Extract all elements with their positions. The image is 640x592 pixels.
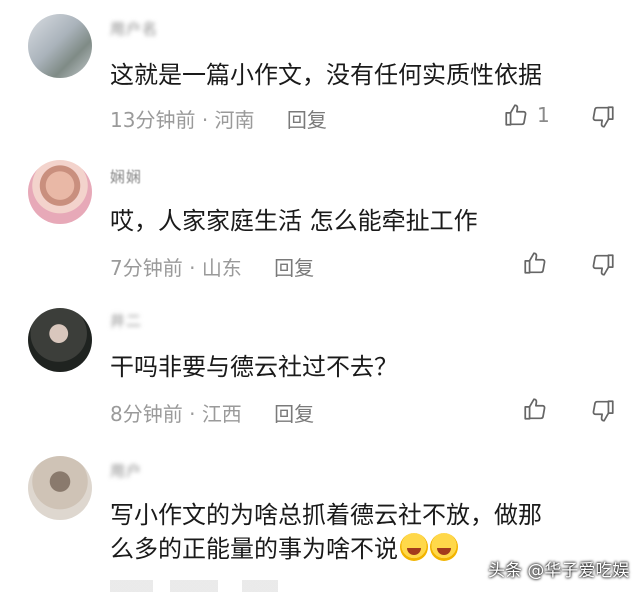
like-button[interactable]: 1 bbox=[503, 102, 550, 128]
watermark: 头条 @华子爱吃娱 bbox=[488, 561, 630, 581]
username[interactable]: 娴娴 bbox=[110, 166, 142, 187]
truncated-meta bbox=[110, 580, 350, 592]
comment-location: 山东 bbox=[201, 256, 242, 280]
like-button[interactable] bbox=[522, 396, 548, 422]
thumbs-down-icon[interactable] bbox=[590, 104, 616, 130]
thumbs-down-icon[interactable] bbox=[590, 252, 616, 278]
reply-button[interactable]: 回复 bbox=[274, 256, 314, 280]
comment-meta: 7分钟前 · 山东 回复 bbox=[110, 256, 315, 280]
avatar[interactable] bbox=[28, 14, 92, 78]
thumbs-up-icon bbox=[522, 250, 548, 276]
username[interactable]: 井二 bbox=[110, 310, 142, 331]
thumbs-up-icon bbox=[503, 102, 529, 128]
avatar[interactable] bbox=[28, 160, 92, 224]
comment-time: 13分钟前 bbox=[110, 108, 196, 132]
comment-location: 河南 bbox=[214, 108, 255, 132]
avatar[interactable] bbox=[28, 308, 92, 372]
comment-time: 7分钟前 bbox=[110, 256, 183, 280]
comment-location: 江西 bbox=[201, 402, 242, 426]
thumbs-down-icon[interactable] bbox=[590, 398, 616, 424]
comment-meta: 13分钟前 · 河南 回复 bbox=[110, 108, 327, 132]
comment-time: 8分钟前 bbox=[110, 402, 183, 426]
rolling-laughing-emoji-icon bbox=[430, 533, 458, 561]
username[interactable]: 用户名 bbox=[110, 18, 158, 39]
like-button[interactable] bbox=[522, 250, 548, 276]
rolling-laughing-emoji-icon bbox=[400, 533, 428, 561]
username[interactable]: 用户 bbox=[110, 460, 142, 481]
avatar[interactable] bbox=[28, 456, 92, 520]
comment-text: 干吗非要与德云社过不去？ bbox=[110, 353, 398, 381]
reply-button[interactable]: 回复 bbox=[274, 402, 314, 426]
reply-button[interactable]: 回复 bbox=[287, 108, 327, 132]
thumbs-up-icon bbox=[522, 396, 548, 422]
comment-meta: 8分钟前 · 江西 回复 bbox=[110, 402, 315, 426]
comment-text: 这就是一篇小作文，没有任何实质性依据 bbox=[110, 61, 542, 89]
comment-text-line: 写小作文的为啥总抓着德云社不放，做那 bbox=[110, 501, 542, 529]
comment-text: 哎，人家家庭生活 怎么能牵扯工作 bbox=[110, 207, 478, 235]
like-count: 1 bbox=[537, 103, 550, 127]
